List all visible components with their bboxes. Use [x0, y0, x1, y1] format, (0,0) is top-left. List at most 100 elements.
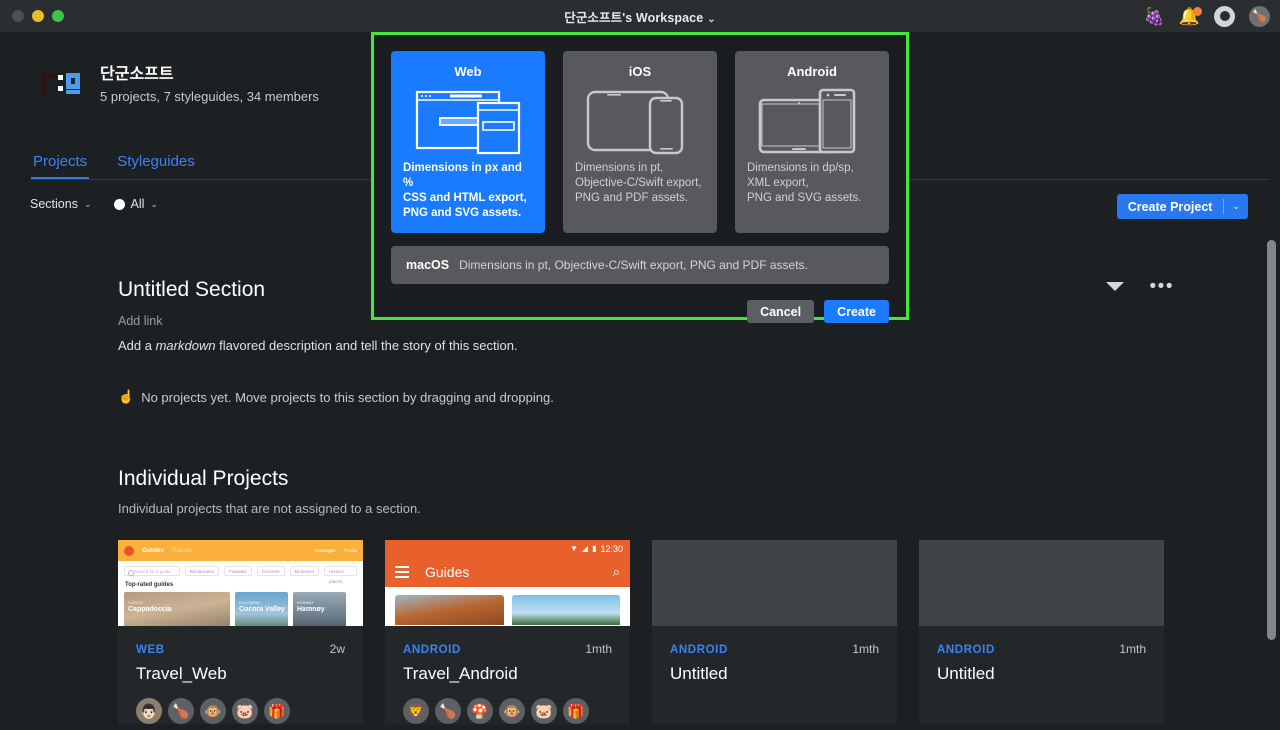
project-card[interactable]: Guides Places Messages Profile Search fo…: [118, 540, 363, 724]
preview-guide-country: NORWAY: [297, 601, 315, 605]
preview-navbar: Guides Places Messages Profile: [118, 540, 363, 561]
project-card-body: WEB 2w Travel_Web 👨🏻 🍗 🐵 🐷 🎁: [118, 626, 363, 724]
member-avatar[interactable]: 🍗: [435, 698, 461, 724]
desc-emphasis: markdown: [155, 338, 216, 353]
member-avatar[interactable]: 🐵: [200, 698, 226, 724]
preview-app-title: Guides: [425, 564, 470, 580]
workspace-header: 단군소프트 5 projects, 7 styleguides, 34 memb…: [40, 60, 319, 104]
preview-status-bar: ▼ ◢ ▮ 12:30: [385, 540, 630, 557]
sections-filter[interactable]: Sections ⌄: [30, 197, 92, 211]
chevron-down-icon[interactable]: ⌄: [1224, 194, 1248, 219]
project-card-meta: ANDROID 1mth: [937, 642, 1146, 656]
project-platform-label: ANDROID: [403, 644, 461, 656]
triangle-down-icon[interactable]: [1105, 282, 1124, 292]
chevron-down-icon: ⌄: [707, 13, 716, 25]
section-description[interactable]: Add a markdown flavored description and …: [118, 338, 518, 353]
project-thumbnail[interactable]: Guides Places Messages Profile Search fo…: [118, 540, 363, 626]
window-title[interactable]: 단군소프트's Workspace ⌄: [0, 7, 1280, 26]
member-avatar[interactable]: 🍄: [467, 698, 493, 724]
project-card[interactable]: ▼ ◢ ▮ 12:30 Guides ⌕ ANDROID 1mth Travel…: [385, 540, 630, 724]
tab-styleguides[interactable]: Styleguides: [115, 153, 197, 179]
preview-card-row: TURKEY Cappadoccia COLOMBIA Cocora Valle…: [118, 592, 363, 626]
project-card-meta: WEB 2w: [136, 642, 345, 656]
project-card-body: ANDROID 1mth Untitled: [919, 626, 1164, 684]
project-updated-time: 1mth: [1119, 642, 1146, 656]
platform-option-android[interactable]: Android Dimensions in dp/sp, XML export,…: [735, 51, 889, 233]
member-avatar[interactable]: 👨🏻: [136, 698, 162, 724]
member-avatar[interactable]: 🎁: [563, 698, 589, 724]
workspace-logo-icon: [42, 73, 80, 94]
project-thumbnail[interactable]: [652, 540, 897, 626]
member-avatar[interactable]: 🍗: [168, 698, 194, 724]
create-project-button[interactable]: Create Project ⌄: [1116, 194, 1248, 219]
project-platform-label: ANDROID: [937, 644, 995, 656]
project-card-meta: ANDROID 1mth: [670, 642, 879, 656]
platform-option-macos[interactable]: macOS Dimensions in pt, Objective-C/Swif…: [391, 246, 889, 284]
preview-logo-icon: [124, 545, 134, 556]
preview-chip: Festivals: [223, 566, 252, 576]
member-avatar[interactable]: 🎁: [264, 698, 290, 724]
project-card-body: ANDROID 1mth Travel_Android 🦁 🍗 🍄 🐵 🐷 🎁: [385, 626, 630, 724]
create-project-label: Create Project: [1127, 199, 1213, 214]
cancel-button[interactable]: Cancel: [747, 300, 815, 323]
project-name[interactable]: Untitled: [670, 664, 879, 684]
project-card-body: ANDROID 1mth Untitled: [652, 626, 897, 684]
member-avatar[interactable]: 🐷: [232, 698, 258, 724]
sections-filter-label: Sections: [30, 197, 78, 211]
individual-projects-header: Individual Projects Individual projects …: [118, 467, 421, 516]
preview-filter-row: Search for a guide Restaurants Festivals…: [118, 561, 363, 584]
workspace-meta: 5 projects, 7 styleguides, 34 members: [100, 89, 319, 104]
more-options-icon[interactable]: •••: [1150, 277, 1174, 297]
bell-icon[interactable]: 🔔: [1179, 6, 1202, 25]
preview-guide-card: COLOMBIA Cocora Valley: [235, 592, 288, 626]
preview-nav-right: Messages Profile: [315, 548, 357, 553]
preview-card-row: [385, 587, 630, 625]
platform-options: Web Dimensions in px and % CSS and HTML …: [391, 51, 889, 233]
individual-projects-title: Individual Projects: [118, 467, 289, 490]
filter-bar: Sections ⌄ All ⌄: [30, 197, 158, 211]
battery-icon: ▮: [592, 544, 597, 553]
user-avatar[interactable]: 🍗: [1249, 5, 1270, 27]
all-filter[interactable]: All ⌄: [113, 197, 158, 211]
all-filter-label: All: [130, 197, 145, 211]
preview-guide-name: Cocora Valley: [239, 606, 285, 613]
section-controls: •••: [1105, 277, 1174, 297]
create-project-modal: Web Dimensions in px and % CSS and HTML …: [374, 35, 906, 323]
project-name[interactable]: Untitled: [937, 664, 1146, 684]
search-icon: ⌕: [612, 564, 620, 579]
android-tablet-and-phone-icon: [747, 83, 877, 161]
project-card-meta: ANDROID 1mth: [403, 642, 612, 656]
desc-prefix: Add a: [118, 338, 156, 353]
help-lifebuoy-icon[interactable]: [1214, 5, 1235, 27]
preview-section-title: Top-rated guides: [125, 582, 174, 588]
platform-name: Web: [454, 64, 482, 79]
create-button[interactable]: Create: [824, 300, 889, 323]
browser-and-tablet-icon: [403, 83, 533, 161]
member-avatar[interactable]: 🐵: [499, 698, 525, 724]
project-thumbnail[interactable]: ▼ ◢ ▮ 12:30 Guides ⌕: [385, 540, 630, 626]
project-platform-label: ANDROID: [670, 644, 728, 656]
chevron-down-icon: ⌄: [150, 198, 158, 209]
tab-projects[interactable]: Projects: [31, 153, 90, 179]
section-empty-note: ☝️ No projects yet. Move projects to thi…: [118, 389, 554, 405]
project-name[interactable]: Travel_Android: [403, 664, 612, 684]
platform-description: Dimensions in dp/sp, XML export, PNG and…: [747, 162, 862, 204]
member-avatar[interactable]: 🐷: [531, 698, 557, 724]
platform-option-ios[interactable]: iOS Dimensions in pt, Objective-C/Swift …: [563, 51, 717, 233]
preview-nav-messages: Messages: [314, 548, 336, 553]
wifi-icon: ▼: [569, 544, 578, 553]
grapes-icon[interactable]: 🍇: [1144, 8, 1165, 25]
preview-nav-places: Places: [172, 547, 192, 554]
project-card[interactable]: ANDROID 1mth Untitled: [652, 540, 897, 724]
platform-option-web[interactable]: Web Dimensions in px and % CSS and HTML …: [391, 51, 545, 233]
vertical-scrollbar[interactable]: [1267, 240, 1276, 640]
preview-search-input: Search for a guide: [124, 566, 180, 576]
platform-description: Dimensions in px and % CSS and HTML expo…: [403, 162, 527, 219]
window-title-text: 단군소프트's Workspace: [564, 10, 704, 25]
project-thumbnail[interactable]: [919, 540, 1164, 626]
preview-guide-name: Cappadoccia: [128, 606, 172, 613]
project-card[interactable]: ANDROID 1mth Untitled: [919, 540, 1164, 724]
member-avatar[interactable]: 🦁: [403, 698, 429, 724]
project-name[interactable]: Travel_Web: [136, 664, 345, 684]
platform-description: Dimensions in pt, Objective-C/Swift expo…: [459, 258, 808, 272]
